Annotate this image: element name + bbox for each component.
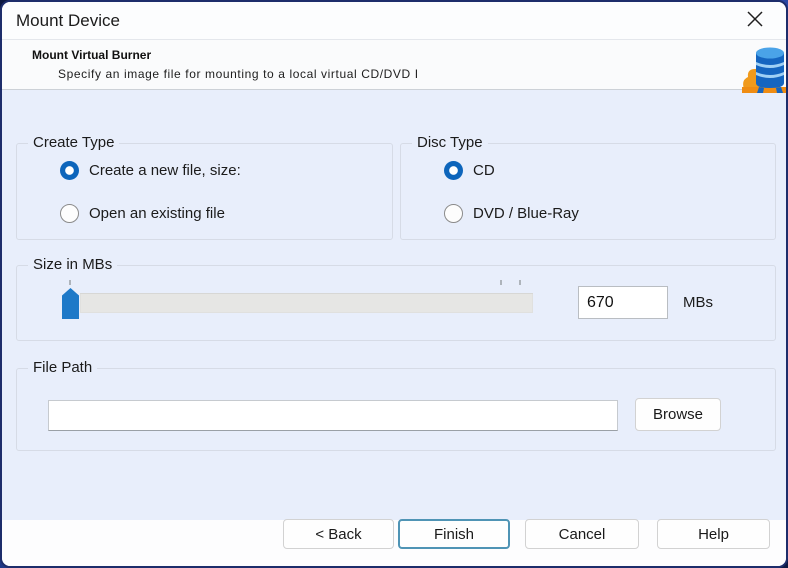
size-slider-track[interactable]: [80, 293, 533, 313]
radio-row-open-existing-file[interactable]: Open an existing file: [60, 204, 225, 223]
radio-cd-label: CD: [473, 162, 495, 179]
slider-tick: [69, 280, 71, 285]
cancel-button[interactable]: Cancel: [525, 519, 639, 549]
close-icon: [746, 10, 764, 31]
disc-type-group-label: Disc Type: [412, 134, 488, 151]
size-unit-label: MBs: [683, 294, 713, 311]
create-type-group: Create Type Create a new file, size: Ope…: [16, 134, 393, 240]
size-mb-input[interactable]: [578, 286, 668, 319]
title-bar: Mount Device: [2, 2, 786, 40]
slider-tick: [500, 280, 502, 285]
radio-open-existing-file-label: Open an existing file: [89, 205, 225, 222]
radio-dvd-bluray-label: DVD / Blue-Ray: [473, 205, 579, 222]
disc-type-group: Disc Type CD DVD / Blue-Ray: [400, 134, 776, 240]
mount-device-dialog: Mount Device Mount Virtual Burner Specif…: [0, 0, 788, 568]
back-button[interactable]: < Back: [283, 519, 394, 549]
file-path-group: File Path Browse: [16, 359, 776, 451]
radio-row-dvd-bluray[interactable]: DVD / Blue-Ray: [444, 204, 579, 223]
size-group-label: Size in MBs: [28, 256, 118, 273]
help-button[interactable]: Help: [657, 519, 770, 549]
finish-button[interactable]: Finish: [398, 519, 510, 549]
radio-row-create-new-file[interactable]: Create a new file, size:: [60, 161, 241, 180]
size-slider-thumb[interactable]: [62, 288, 79, 319]
radio-open-existing-file[interactable]: [60, 204, 79, 223]
slider-tick: [519, 280, 521, 285]
dialog-body: Create Type Create a new file, size: Ope…: [2, 91, 786, 524]
radio-create-new-file-label: Create a new file, size:: [89, 162, 241, 179]
page-title: Mount Device: [16, 10, 120, 30]
size-group: Size in MBs MBs: [16, 256, 776, 341]
close-button[interactable]: [740, 6, 770, 36]
radio-create-new-file[interactable]: [60, 161, 79, 180]
create-type-group-label: Create Type: [28, 134, 120, 151]
file-path-group-label: File Path: [28, 359, 98, 376]
virtual-burner-database-icon: [740, 43, 786, 95]
footer-button-bar: < Back Finish Cancel Help: [2, 519, 786, 566]
file-path-input[interactable]: [48, 400, 618, 431]
wizard-header-subtitle: Specify an image file for mounting to a …: [58, 67, 419, 81]
radio-cd[interactable]: [444, 161, 463, 180]
wizard-header: Mount Virtual Burner Specify an image fi…: [2, 40, 786, 93]
browse-button[interactable]: Browse: [635, 398, 721, 431]
radio-row-cd[interactable]: CD: [444, 161, 495, 180]
wizard-header-title: Mount Virtual Burner: [32, 48, 152, 62]
radio-dvd-bluray[interactable]: [444, 204, 463, 223]
